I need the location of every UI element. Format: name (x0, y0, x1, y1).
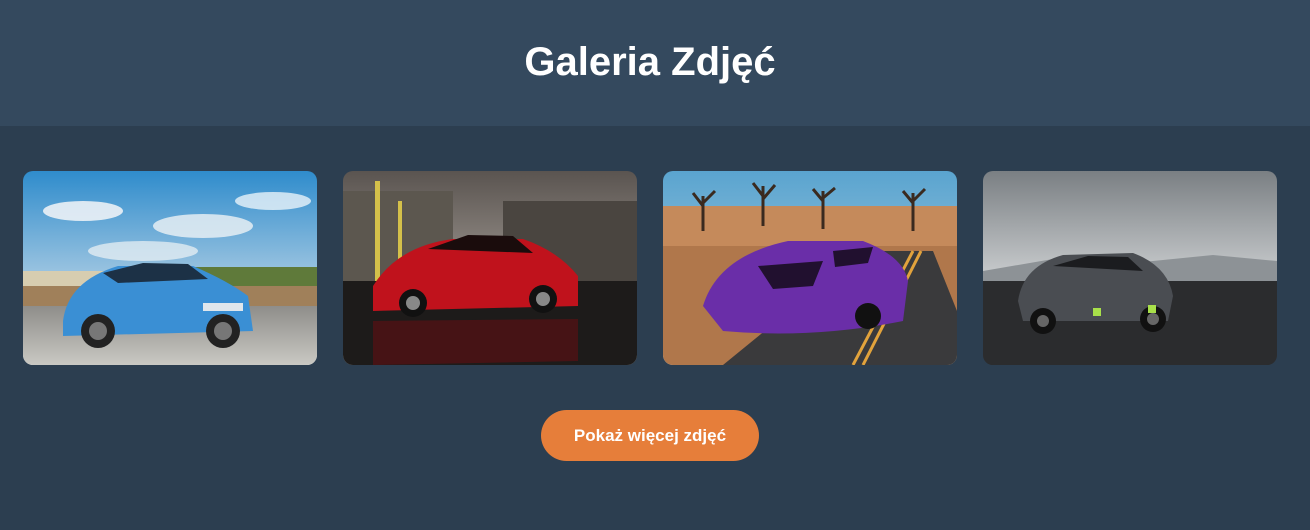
purple-supercar-image (663, 171, 957, 365)
gallery-photo-purple-supercar[interactable] (663, 171, 957, 365)
gallery-section: Pokaż więcej zdjęć (0, 126, 1310, 530)
show-more-photos-button[interactable]: Pokaż więcej zdjęć (541, 410, 759, 461)
gallery-photo-blue-sedan[interactable] (23, 171, 317, 365)
grey-hatchback-image (983, 171, 1277, 365)
page-header: Galeria Zdjęć (0, 0, 1310, 126)
page-title: Galeria Zdjęć (524, 40, 776, 84)
photo-gallery (23, 171, 1277, 365)
red-sports-car-image (343, 171, 637, 365)
blue-sedan-image (23, 171, 317, 365)
gallery-photo-grey-hatchback[interactable] (983, 171, 1277, 365)
gallery-photo-red-sports-car[interactable] (343, 171, 637, 365)
